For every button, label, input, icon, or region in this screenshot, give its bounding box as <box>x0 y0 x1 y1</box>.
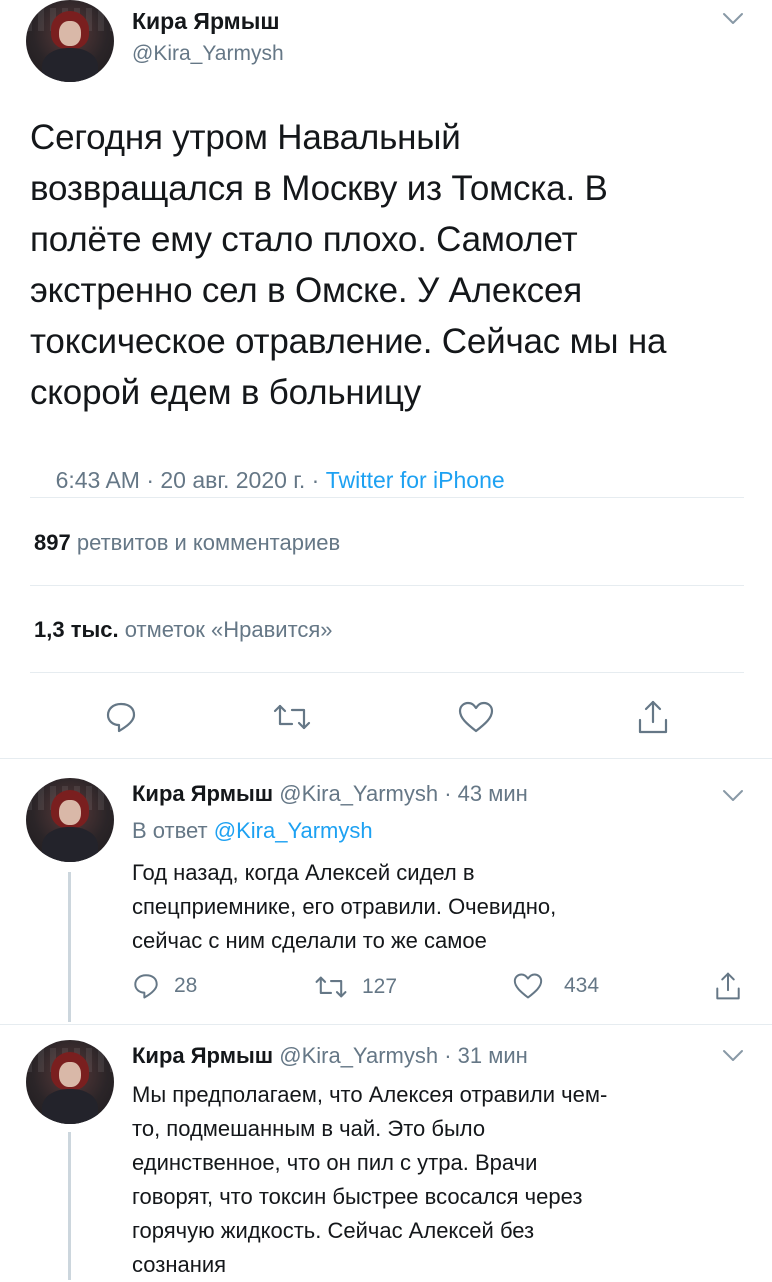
share-icon <box>716 972 740 1000</box>
reply-to: В ответ @Kira_Yarmysh <box>132 818 373 844</box>
divider <box>30 497 744 498</box>
divider <box>0 758 772 759</box>
divider <box>30 672 744 673</box>
retweets-stat[interactable]: 897 ретвитов и комментариев <box>34 530 340 556</box>
tweet-text-line: возвращался в Москву из Томска. В <box>30 169 608 208</box>
tweet-text-line: Сегодня утром Навальный <box>30 118 461 157</box>
tweet-text-line: спецприемнике, его отравили. Очевидно, <box>132 894 557 919</box>
retweets-count: 897 <box>34 530 71 555</box>
reply-button[interactable]: 28 <box>132 972 197 1000</box>
chevron-down-icon[interactable] <box>722 12 744 26</box>
tweet-text-line: то, подмешанным в чай. Это было <box>132 1116 486 1141</box>
tweet-text-line: скорой едем в больницу <box>30 373 421 412</box>
tweet-timestamp[interactable]: 6:43 AM · 20 авг. 2020 г. · <box>56 467 326 493</box>
tweet-text: Мы предполагаем, что Алексея отравили че… <box>132 1078 607 1282</box>
author-handle-time[interactable]: @Kira_Yarmysh · 31 мин <box>279 1043 528 1068</box>
chevron-down-icon[interactable] <box>722 1049 744 1063</box>
author-handle[interactable]: @Kira_Yarmysh <box>132 42 284 66</box>
likes-count: 1,3 тыс. <box>34 617 119 642</box>
like-button[interactable]: 434 <box>512 972 599 1000</box>
tweet-text-line: полёте ему стало плохо. Самолет <box>30 220 578 259</box>
reply-header: Кира Ярмыш @Kira_Yarmysh · 31 мин <box>132 1043 528 1069</box>
divider <box>30 585 744 586</box>
likes-stat[interactable]: 1,3 тыс. отметок «Нравится» <box>34 617 333 643</box>
author-name[interactable]: Кира Ярмыш <box>132 8 280 35</box>
tweet-text-line: Год назад, когда Алексей сидел в <box>132 860 475 885</box>
tweet-text-line: горячую жидкость. Сейчас Алексей без <box>132 1218 535 1243</box>
tweet-text-line: экстренно сел в Омске. У Алексея <box>30 271 582 310</box>
heart-icon <box>458 701 494 733</box>
share-icon <box>638 700 668 734</box>
likes-label: отметок «Нравится» <box>124 617 333 642</box>
author-name[interactable]: Кира Ярмыш <box>132 781 273 806</box>
retweet-count: 127 <box>362 975 398 998</box>
chevron-down-icon[interactable] <box>722 789 744 803</box>
thread-line <box>68 872 71 1022</box>
tweet-text-line: сознания <box>132 1252 227 1277</box>
avatar[interactable] <box>26 778 114 862</box>
tweet-text-line: сейчас с ним сделали то же самое <box>132 928 487 953</box>
retweet-button[interactable] <box>272 702 312 732</box>
tweet-text: Сегодня утром Навальный возвращался в Мо… <box>30 112 667 418</box>
author-handle-time[interactable]: @Kira_Yarmysh · 43 мин <box>279 781 528 806</box>
like-count: 434 <box>564 974 600 997</box>
reply-count: 28 <box>174 974 198 997</box>
reply-button[interactable] <box>104 700 138 734</box>
like-button[interactable] <box>457 700 495 734</box>
avatar[interactable] <box>26 0 114 82</box>
share-button[interactable] <box>714 970 742 1002</box>
reply-to-prefix: В ответ <box>132 818 214 843</box>
tweet-text-line: токсическое отравление. Сейчас мы на <box>30 322 667 361</box>
tweet-source-link[interactable]: Twitter for iPhone <box>326 467 505 493</box>
tweet-text-line: Мы предполагаем, что Алексея отравили че… <box>132 1082 608 1107</box>
heart-icon <box>513 973 543 999</box>
thread-line <box>68 1132 71 1280</box>
retweet-button[interactable]: 127 <box>314 974 397 1000</box>
tweet-text-line: говорят, что токсин быстрее всосался чер… <box>132 1184 583 1209</box>
retweet-icon <box>273 704 311 730</box>
reply-header: Кира Ярмыш @Kira_Yarmysh · 43 мин <box>132 781 528 807</box>
divider <box>0 1024 772 1025</box>
tweet-text: Год назад, когда Алексей сидел в спецпри… <box>132 856 556 958</box>
retweet-icon <box>315 976 347 998</box>
avatar[interactable] <box>26 1040 114 1124</box>
reply-icon <box>106 702 136 733</box>
tweet-meta: 6:43 AM · 20 авг. 2020 г. · Twitter for … <box>30 440 505 521</box>
tweet-text-line: единственное, что он пил с утра. Врачи <box>132 1150 538 1175</box>
retweets-label: ретвитов и комментариев <box>76 530 341 555</box>
reply-to-handle[interactable]: @Kira_Yarmysh <box>214 818 373 843</box>
reply-icon <box>134 974 158 999</box>
share-button[interactable] <box>636 698 670 736</box>
author-name[interactable]: Кира Ярмыш <box>132 1043 273 1068</box>
